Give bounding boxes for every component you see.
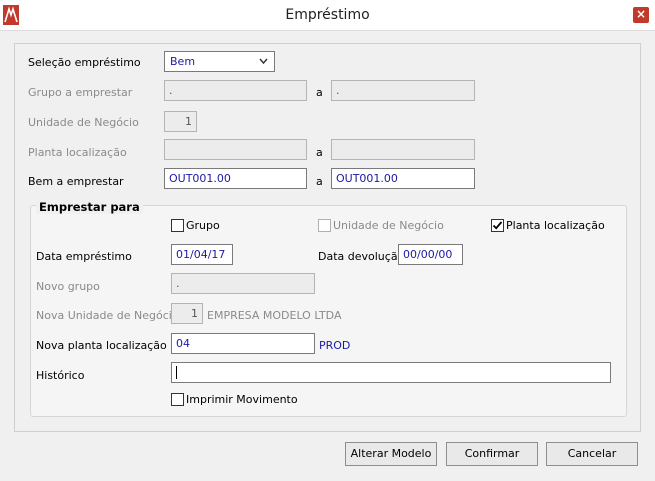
cancelar-button[interactable]: Cancelar [546,442,638,466]
planta-from-field[interactable] [164,139,307,160]
historico-label: Histórico [36,369,85,382]
nova-planta-desc: PROD [319,339,351,352]
grupo-label: Grupo a emprestar [28,86,133,99]
confirmar-button[interactable]: Confirmar [446,442,538,466]
text-cursor [176,366,177,379]
selecao-value: Bem [170,55,196,68]
planta-to-field[interactable] [331,139,475,160]
planta-checkbox-label: Planta localização [506,219,605,232]
selecao-select[interactable]: Bem [164,51,275,72]
close-button[interactable]: × [633,7,649,23]
unidade-field[interactable]: 1 [164,111,197,132]
grupo-checkbox-label: Grupo [186,219,220,232]
grupo-sep: a [316,86,323,99]
planta-sep: a [316,146,323,159]
imprimir-checkbox[interactable] [171,393,184,406]
window-title: Empréstimo [285,7,370,23]
grupo-from-field[interactable]: . [164,80,307,101]
nova-unidade-field[interactable]: 1 [171,303,203,324]
unidade-checkbox[interactable] [318,219,331,232]
planta-label: Planta localização [28,146,127,159]
imprimir-label: Imprimir Movimento [186,393,298,406]
emprestar-group-title: Emprestar para [36,200,143,214]
chevron-down-icon [259,55,268,70]
nova-planta-label: Nova planta localização [36,339,167,352]
novo-grupo-label: Novo grupo [36,280,100,293]
unidade-checkbox-label: Unidade de Negócio [333,219,444,232]
bem-from-field[interactable]: OUT001.00 [164,168,307,189]
checkmark-icon [492,221,503,230]
unidade-label: Unidade de Negócio [28,116,139,129]
grupo-to-field[interactable]: . [331,80,475,101]
bem-label: Bem a emprestar [28,175,124,188]
bem-to-field[interactable]: OUT001.00 [331,168,475,189]
data-devolucao-label: Data devolução [318,250,405,263]
data-devolucao-field[interactable]: 00/00/00 [398,244,463,265]
bem-sep: a [316,175,323,188]
alterar-modelo-button[interactable]: Alterar Modelo [345,442,437,466]
novo-grupo-field[interactable]: . [171,273,315,294]
nova-planta-field[interactable]: 04 [171,333,315,354]
nova-unidade-label: Nova Unidade de Negócio [36,309,179,322]
planta-checkbox[interactable] [491,219,504,232]
selecao-label: Seleção empréstimo [28,56,141,69]
historico-field[interactable] [171,362,611,383]
nova-unidade-desc: EMPRESA MODELO LTDA [207,309,342,322]
grupo-checkbox[interactable] [171,219,184,232]
data-emprestimo-field[interactable]: 01/04/17 [171,244,233,265]
data-emprestimo-label: Data empréstimo [36,250,132,263]
